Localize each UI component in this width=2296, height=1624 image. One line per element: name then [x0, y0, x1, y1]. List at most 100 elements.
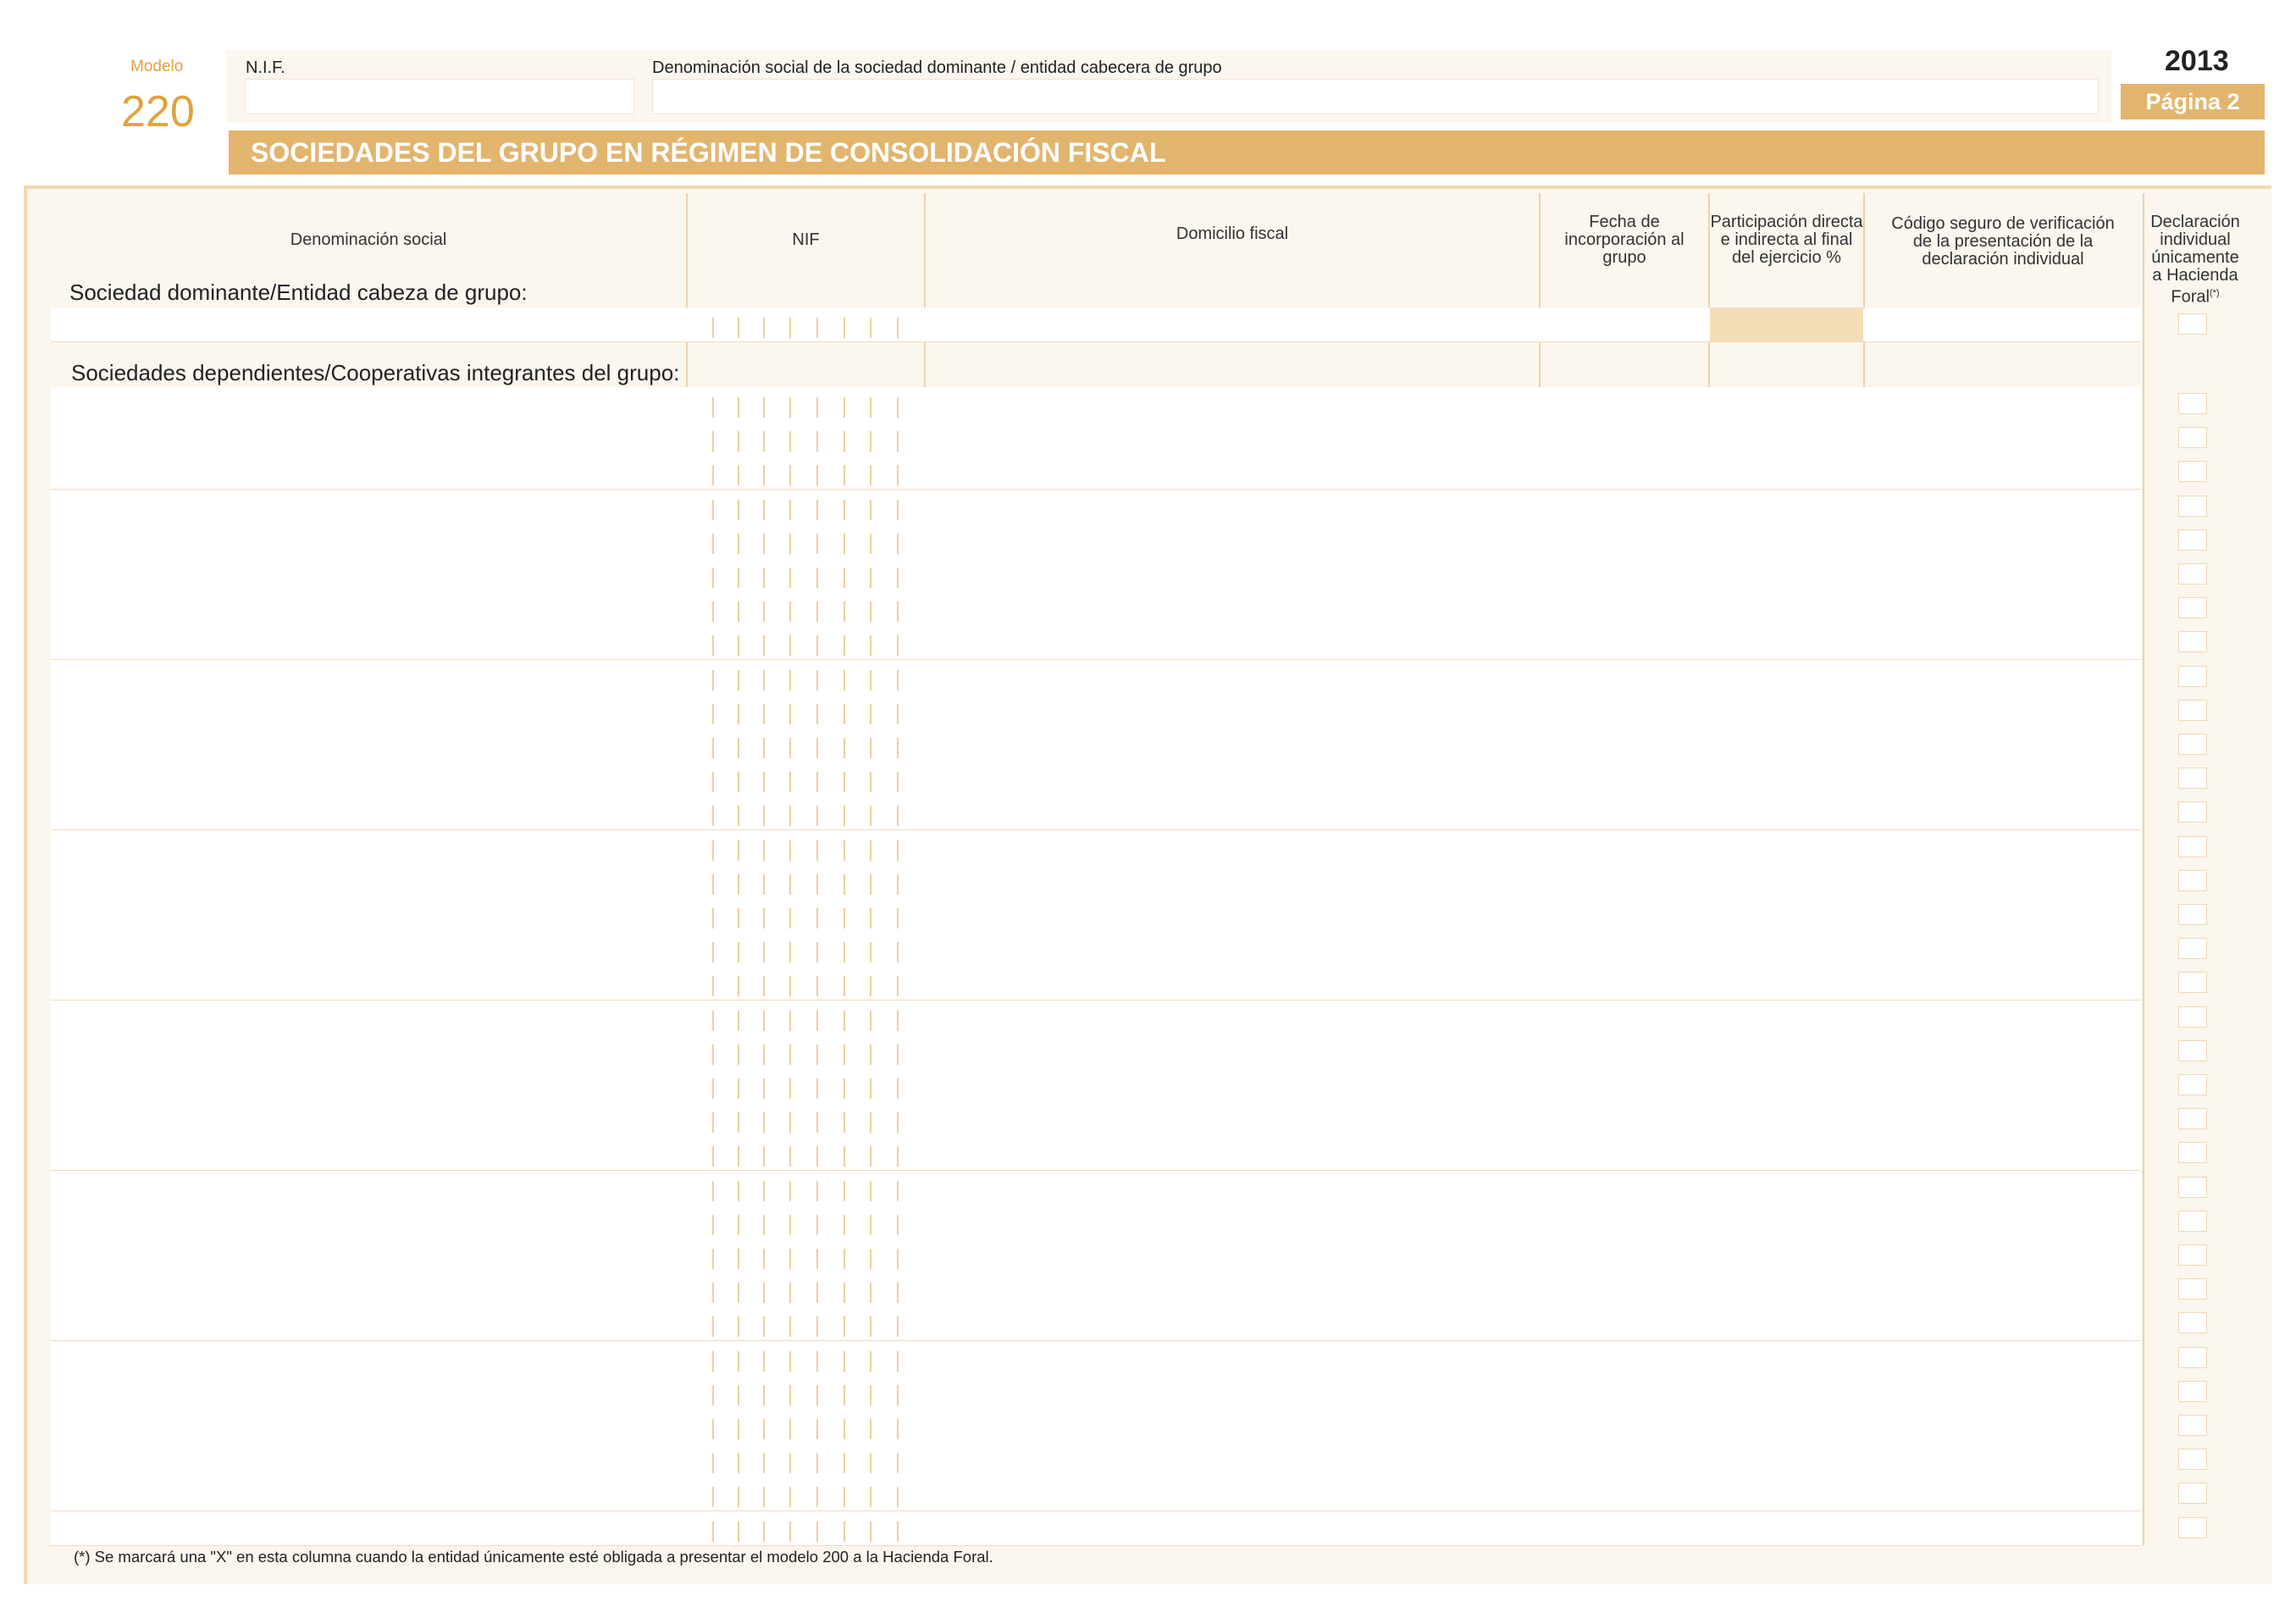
table-row[interactable] [51, 625, 2141, 661]
nif-digit-separator [738, 1316, 739, 1338]
nif-digit-separator [763, 703, 765, 724]
table-row[interactable] [51, 421, 2141, 457]
table-row[interactable] [51, 762, 2141, 797]
table-row[interactable] [51, 1170, 2141, 1206]
nif-digit-separator [763, 1146, 765, 1167]
table-row[interactable] [51, 1000, 2141, 1035]
table-row[interactable] [51, 1239, 2141, 1273]
table-row[interactable] [51, 489, 2141, 524]
declaracion-checkbox[interactable] [2178, 563, 2207, 585]
table-row[interactable] [51, 387, 2141, 422]
declaracion-checkbox[interactable] [2178, 393, 2207, 414]
col-header-nif: NIF [792, 230, 820, 249]
nif-digit-separator [816, 499, 818, 520]
declaracion-checkbox[interactable] [2178, 1278, 2207, 1300]
table-row[interactable] [51, 1136, 2141, 1172]
table-row[interactable] [51, 1034, 2141, 1069]
table-row[interactable] [51, 693, 2141, 729]
table-row[interactable] [51, 1306, 2141, 1342]
declaracion-checkbox[interactable] [2178, 801, 2207, 823]
declaracion-checkbox[interactable] [2178, 1074, 2207, 1095]
table-row[interactable] [51, 1477, 2141, 1512]
table-row[interactable] [51, 1068, 2141, 1103]
declaracion-checkbox[interactable] [2178, 835, 2207, 857]
declaracion-checkbox[interactable] [2178, 665, 2207, 687]
table-row[interactable] [51, 1204, 2141, 1239]
table-row[interactable] [51, 728, 2141, 762]
nif-digit-separator [897, 1010, 899, 1031]
nif-digit-separator [738, 1521, 739, 1542]
declaracion-checkbox[interactable] [2178, 1244, 2207, 1266]
table-row[interactable] [51, 1443, 2141, 1478]
nif-digit-separator [712, 1044, 714, 1065]
declaracion-checkbox[interactable] [2178, 631, 2207, 653]
declaracion-checkbox[interactable] [2178, 1346, 2207, 1368]
nif-digit-separator [816, 1453, 818, 1474]
declaracion-checkbox[interactable] [2178, 1312, 2207, 1334]
nif-digit-separator [844, 669, 845, 690]
declaracion-checkbox[interactable] [2178, 972, 2207, 994]
nif-digit-separator [844, 873, 845, 895]
table-row[interactable] [51, 1272, 2141, 1308]
declaracion-checkbox[interactable] [2178, 938, 2207, 960]
nif-digit-separator [816, 703, 818, 724]
table-row[interactable] [51, 932, 2141, 967]
nif-digit-separator [897, 431, 899, 452]
declaracion-checkbox[interactable] [2178, 1108, 2207, 1130]
declaracion-checkbox[interactable] [2178, 1142, 2207, 1164]
declaracion-checkbox[interactable] [2178, 529, 2207, 551]
table-row[interactable] [51, 659, 2141, 695]
declaracion-checkbox[interactable] [2178, 1516, 2207, 1538]
table-row[interactable] [51, 557, 2141, 592]
nif-digit-separator [870, 1214, 871, 1235]
nif-digit-separator [844, 840, 845, 861]
table-row[interactable] [51, 1340, 2141, 1376]
nif-digit-separator [789, 1112, 791, 1133]
declaracion-checkbox[interactable] [2178, 1210, 2207, 1232]
table-row[interactable] [51, 523, 2141, 558]
declaracion-checkbox[interactable] [2178, 461, 2207, 483]
declaracion-checkbox[interactable] [2178, 495, 2207, 517]
nif-digit-separator [897, 1487, 899, 1508]
table-row[interactable] [51, 455, 2141, 491]
declaracion-checkbox[interactable] [2178, 1006, 2207, 1028]
nif-digit-separator [870, 431, 871, 452]
table-row[interactable] [51, 829, 2141, 865]
declaracion-checkbox[interactable] [2178, 1415, 2207, 1436]
table-row[interactable] [51, 863, 2141, 899]
nif-digit-separator [897, 568, 899, 588]
declaracion-checkbox[interactable] [2178, 869, 2207, 891]
declaracion-checkbox[interactable] [2178, 734, 2207, 755]
table-row[interactable] [51, 898, 2141, 933]
declaracion-checkbox[interactable] [2178, 768, 2207, 790]
nif-digit-separator [897, 318, 899, 338]
nif-digit-separator [870, 840, 871, 861]
nif-digit-separator [738, 840, 739, 861]
declaracion-checkbox[interactable] [2178, 1039, 2207, 1061]
declaracion-checkbox[interactable] [2178, 1380, 2207, 1402]
table-row[interactable] [51, 1409, 2141, 1444]
declaracion-checkbox[interactable] [2178, 699, 2207, 721]
nif-digit-separator [844, 1283, 845, 1304]
nif-digit-separator [763, 1180, 765, 1201]
declaracion-checkbox[interactable] [2178, 313, 2207, 335]
table-row[interactable] [51, 1102, 2141, 1138]
table-row[interactable] [51, 1374, 2141, 1410]
nif-field[interactable] [245, 79, 634, 114]
declaracion-checkbox[interactable] [2178, 1449, 2207, 1471]
table-row[interactable] [51, 591, 2141, 627]
declaracion-checkbox[interactable] [2178, 1176, 2207, 1198]
declaracion-checkbox[interactable] [2178, 904, 2207, 925]
declaracion-checkbox[interactable] [2178, 427, 2207, 449]
nif-digit-separator [712, 1521, 714, 1542]
table-row[interactable] [51, 1510, 2141, 1546]
denominacion-field[interactable] [652, 79, 2099, 114]
nif-digit-separator [738, 568, 739, 588]
nif-digit-separator [789, 703, 791, 724]
table-row[interactable] [51, 966, 2141, 1001]
table-row[interactable] [51, 795, 2141, 831]
declaracion-checkbox[interactable] [2178, 597, 2207, 619]
declaracion-checkbox[interactable] [2178, 1483, 2207, 1505]
nif-digit-separator [816, 840, 818, 861]
nif-digit-separator [738, 1078, 739, 1099]
